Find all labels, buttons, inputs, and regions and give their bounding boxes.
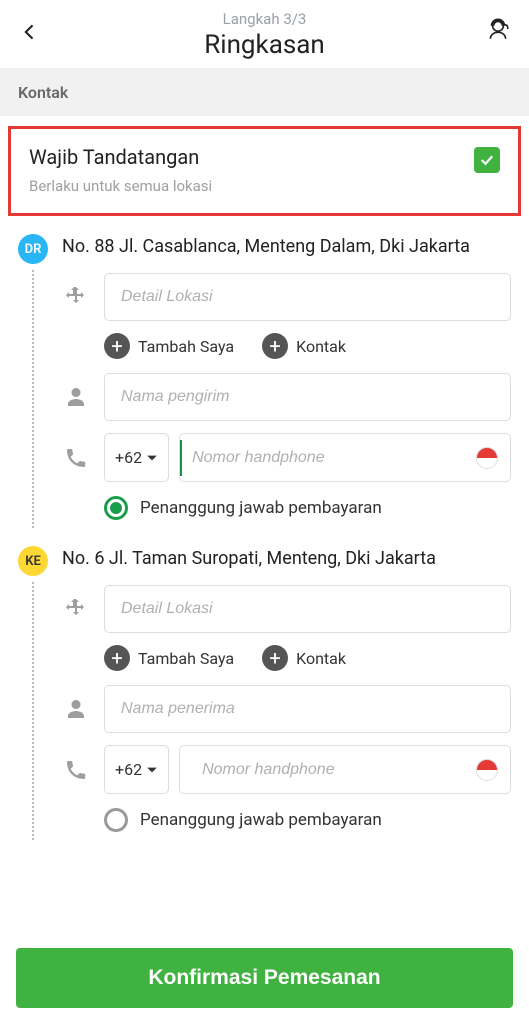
section-header-contact: Kontak	[0, 69, 529, 116]
country-code-select[interactable]: +62	[104, 745, 169, 794]
add-contact-label: Kontak	[296, 337, 346, 356]
detail-location-input[interactable]	[104, 273, 511, 321]
detail-location-input[interactable]	[104, 585, 511, 633]
marker-column: DR	[18, 234, 48, 528]
phone-icon	[62, 758, 90, 782]
country-code-value: +62	[115, 760, 142, 779]
origin-address: No. 88 Jl. Casablanca, Menteng Dalam, Dk…	[62, 234, 511, 259]
payer-row[interactable]: Penanggung jawab pembayaran	[104, 808, 511, 832]
destination-address: No. 6 Jl. Taman Suropati, Menteng, Dki J…	[62, 546, 511, 571]
phone-input[interactable]	[182, 435, 476, 481]
flag-indonesia-icon	[476, 447, 498, 469]
signature-text: Wajib Tandatangan Berlaku untuk semua lo…	[29, 145, 212, 195]
add-self-label: Tambah Saya	[138, 649, 234, 668]
payer-label: Penanggung jawab pembayaran	[140, 810, 382, 830]
location-origin: DR No. 88 Jl. Casablanca, Menteng Dalam,…	[18, 234, 511, 528]
country-code-value: +62	[115, 448, 142, 467]
detail-row	[62, 585, 511, 633]
origin-marker: DR	[18, 234, 48, 264]
support-button[interactable]	[483, 14, 513, 44]
payer-radio[interactable]	[104, 496, 128, 520]
phone-input-wrap	[179, 745, 511, 794]
payer-label: Penanggung jawab pembayaran	[140, 498, 382, 518]
flag-indonesia-icon	[476, 759, 498, 781]
back-button[interactable]	[16, 18, 44, 46]
route-line	[32, 270, 34, 528]
locations-list: DR No. 88 Jl. Casablanca, Menteng Dalam,…	[0, 234, 529, 840]
person-icon	[62, 697, 90, 721]
detail-row	[62, 273, 511, 321]
location-destination: KE No. 6 Jl. Taman Suropati, Menteng, Dk…	[18, 546, 511, 840]
signature-subtitle: Berlaku untuk semua lokasi	[29, 177, 212, 195]
name-row	[62, 685, 511, 733]
add-self-button[interactable]: + Tambah Saya	[104, 333, 234, 359]
add-contact-label: Kontak	[296, 649, 346, 668]
add-contact-row: + Tambah Saya + Kontak	[104, 333, 511, 359]
plus-icon: +	[262, 333, 288, 359]
receiver-name-input[interactable]	[104, 685, 511, 733]
signature-title: Wajib Tandatangan	[29, 145, 212, 169]
app-header: Langkah 3/3 Ringkasan	[0, 0, 529, 69]
plus-icon: +	[104, 645, 130, 671]
phone-row: +62	[62, 433, 511, 482]
payer-row[interactable]: Penanggung jawab pembayaran	[104, 496, 511, 520]
signature-checkbox[interactable]	[474, 147, 500, 173]
phone-input[interactable]	[192, 747, 476, 793]
add-contact-button[interactable]: + Kontak	[262, 645, 346, 671]
add-self-button[interactable]: + Tambah Saya	[104, 645, 234, 671]
phone-group: +62	[104, 433, 511, 482]
add-self-label: Tambah Saya	[138, 337, 234, 356]
location-body: No. 6 Jl. Taman Suropati, Menteng, Dki J…	[62, 546, 511, 840]
destination-marker: KE	[18, 546, 48, 576]
location-body: No. 88 Jl. Casablanca, Menteng Dalam, Dk…	[62, 234, 511, 528]
add-contact-button[interactable]: + Kontak	[262, 333, 346, 359]
footer: Konfirmasi Pemesanan	[0, 936, 529, 1024]
add-contact-row: + Tambah Saya + Kontak	[104, 645, 511, 671]
sender-name-input[interactable]	[104, 373, 511, 421]
chevron-down-icon	[146, 452, 158, 464]
plus-icon: +	[262, 645, 288, 671]
step-label: Langkah 3/3	[16, 10, 513, 28]
name-row	[62, 373, 511, 421]
move-icon	[62, 597, 90, 621]
phone-group: +62	[104, 745, 511, 794]
marker-column: KE	[18, 546, 48, 840]
person-icon	[62, 385, 90, 409]
page-title: Ringkasan	[16, 30, 513, 60]
country-code-select[interactable]: +62	[104, 433, 169, 482]
phone-input-wrap	[179, 433, 511, 482]
payer-radio[interactable]	[104, 808, 128, 832]
route-line	[32, 582, 34, 840]
confirm-order-button[interactable]: Konfirmasi Pemesanan	[16, 948, 513, 1008]
signature-required-box: Wajib Tandatangan Berlaku untuk semua lo…	[8, 126, 521, 216]
header-center: Langkah 3/3 Ringkasan	[16, 10, 513, 60]
phone-row: +62	[62, 745, 511, 794]
plus-icon: +	[104, 333, 130, 359]
phone-icon	[62, 446, 90, 470]
chevron-down-icon	[146, 764, 158, 776]
move-icon	[62, 285, 90, 309]
